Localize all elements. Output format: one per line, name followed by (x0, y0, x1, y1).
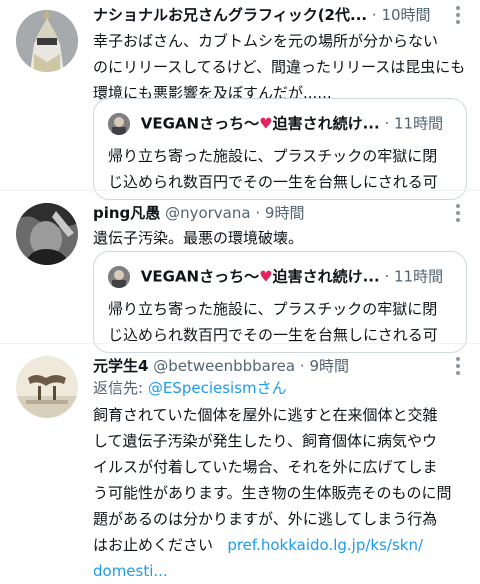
more-options-icon[interactable] (456, 6, 460, 27)
quoted-name: VEGANさっち〜 (140, 114, 260, 133)
reply-mention-link[interactable]: @ESpeciesismさん (148, 379, 287, 397)
display-name[interactable]: 元学生4 (93, 357, 148, 375)
separator-dot: · (371, 6, 377, 24)
quoted-timestamp: · 11時間 (384, 114, 444, 133)
reply-to-line: 返信先: @ESpeciesismさん (93, 377, 287, 399)
quoted-name: VEGANさっち〜 (140, 267, 260, 286)
avatar[interactable] (16, 356, 78, 418)
tweet-text: 幸子おばさん、カブトムシを元の場所が分からない のにリリースしてるけど、間違った… (93, 32, 466, 102)
url-link-continued[interactable]: domesti... (93, 558, 468, 584)
separator-dot: · (255, 204, 261, 222)
tweet-3[interactable]: 元学生4 @betweenbbbarea · 9時間 返信先: @ESpecie… (0, 344, 480, 580)
more-options-icon[interactable] (456, 204, 460, 225)
display-name[interactable]: ナショナルお兄さんグラフィック(2代... (93, 6, 367, 24)
quoted-name-suffix: 迫害され続け... (272, 267, 380, 286)
quoted-text: 帰り立ち寄った施設に、プラスチックの牢獄に閉 じ込められ数百円でその一生を台無し… (108, 300, 438, 344)
tweet-text: 飼育されていた個体を屋外に逃すと在来個体と交雑 して遺伝子汚染が発生したり、飼育… (93, 402, 468, 584)
timestamp[interactable]: 10時間 (381, 6, 430, 24)
heart-icon: ♥ (259, 114, 273, 133)
quoted-tweet[interactable]: VEGANさっち〜♥迫害され続け... · 11時間 帰り立ち寄った施設に、プラ… (93, 251, 467, 353)
quoted-avatar (108, 112, 130, 135)
more-options-icon[interactable] (456, 357, 460, 378)
quoted-name-suffix: 迫害され続け... (272, 114, 380, 133)
avatar[interactable] (16, 10, 78, 72)
url-link[interactable]: pref.hokkaido.lg.jp/ks/skn/ (227, 536, 423, 554)
user-handle[interactable]: @betweenbbbarea (153, 357, 295, 375)
separator-dot: · (299, 357, 305, 375)
reply-prefix: 返信先: (93, 379, 148, 397)
tweet-1[interactable]: ナショナルお兄さんグラフィック(2代... · 10時間 幸子おばさん、カブトム… (0, 0, 480, 200)
timestamp[interactable]: 9時間 (309, 357, 349, 375)
timestamp[interactable]: 9時間 (265, 204, 305, 222)
avatar[interactable] (16, 203, 78, 265)
heart-icon: ♥ (259, 267, 273, 286)
tweet-text: 遺伝子汚染。最悪の環境破壊。 (93, 229, 304, 247)
quoted-timestamp: · 11時間 (384, 267, 444, 286)
quoted-tweet[interactable]: VEGANさっち〜♥迫害され続け... · 11時間 帰り立ち寄った施設に、プラ… (93, 98, 467, 200)
user-handle[interactable]: @nyorvana (165, 204, 251, 222)
quoted-avatar (108, 265, 130, 288)
quoted-text: 帰り立ち寄った施設に、プラスチックの牢獄に閉 じ込められ数百円でその一生を台無し… (108, 147, 438, 191)
tweet-2[interactable]: ping凡愚 @nyorvana · 9時間 遺伝子汚染。最悪の環境破壊。 VE… (0, 191, 480, 353)
display-name[interactable]: ping凡愚 (93, 204, 160, 222)
